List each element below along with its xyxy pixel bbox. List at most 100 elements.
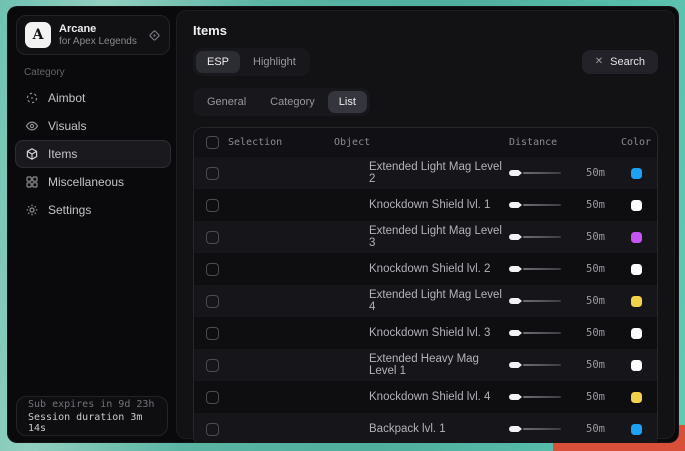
sidebar-item-visuals[interactable]: Visuals (15, 112, 171, 140)
tab-highlight[interactable]: Highlight (242, 51, 307, 73)
view-row: GeneralCategoryList (193, 88, 658, 116)
object-name: Backpack lvl. 1 (369, 423, 509, 435)
row-checkbox[interactable] (206, 327, 219, 340)
tab-general[interactable]: General (196, 91, 257, 113)
slider-track[interactable] (523, 268, 561, 270)
distance-slider[interactable] (509, 362, 561, 368)
color-swatch[interactable] (631, 200, 642, 211)
mode-tabs: ESPHighlight (193, 48, 310, 76)
sidebar-item-label: Miscellaneous (48, 175, 124, 189)
color-swatch[interactable] (631, 168, 642, 179)
x-icon: ✕ (595, 57, 603, 67)
distance-slider[interactable] (509, 170, 561, 176)
grid-icon (25, 175, 39, 189)
slider-thumb-icon[interactable] (509, 234, 522, 240)
table-row: Extended Light Mag Level 2 50m (194, 157, 657, 189)
search-button-label: Search (610, 56, 645, 68)
slider-thumb-icon[interactable] (509, 426, 522, 432)
search-button[interactable]: ✕ Search (582, 50, 658, 74)
sidebar-item-aimbot[interactable]: Aimbot (15, 84, 171, 112)
column-color: Color (615, 137, 657, 148)
row-checkbox[interactable] (206, 295, 219, 308)
table-row: Backpack lvl. 1 50m (194, 413, 657, 443)
sidebar-nav: Aimbot Visuals Items Miscellaneous Settings (8, 84, 178, 224)
distance-value: 50m (569, 199, 605, 211)
table-row: Knockdown Shield lvl. 2 50m (194, 253, 657, 285)
distance-slider[interactable] (509, 426, 561, 432)
object-name: Knockdown Shield lvl. 1 (369, 199, 509, 211)
distance-value: 50m (569, 295, 605, 307)
items-table: Selection Object Distance Color Extended… (193, 127, 658, 443)
app-name: Arcane (59, 23, 140, 36)
distance-value: 50m (569, 263, 605, 275)
row-checkbox[interactable] (206, 231, 219, 244)
select-all-checkbox[interactable] (206, 136, 219, 149)
distance-slider[interactable] (509, 394, 561, 400)
distance-slider[interactable] (509, 330, 561, 336)
distance-slider[interactable] (509, 202, 561, 208)
column-distance: Distance (509, 137, 615, 148)
slider-track[interactable] (523, 428, 561, 430)
sidebar-item-label: Items (48, 147, 77, 161)
object-name: Extended Heavy Mag Level 1 (369, 353, 509, 377)
row-checkbox[interactable] (206, 391, 219, 404)
slider-track[interactable] (523, 204, 561, 206)
color-swatch[interactable] (631, 296, 642, 307)
distance-slider[interactable] (509, 234, 561, 240)
distance-value: 50m (569, 167, 605, 179)
color-swatch[interactable] (631, 424, 642, 435)
slider-track[interactable] (523, 332, 561, 334)
tab-esp[interactable]: ESP (196, 51, 240, 73)
distance-slider[interactable] (509, 266, 561, 272)
slider-thumb-icon[interactable] (509, 266, 522, 272)
sidebar-item-settings[interactable]: Settings (15, 196, 171, 224)
slider-track[interactable] (523, 236, 561, 238)
table-row: Extended Light Mag Level 4 50m (194, 285, 657, 317)
pin-icon[interactable] (148, 29, 161, 42)
row-checkbox[interactable] (206, 199, 219, 212)
table-row: Knockdown Shield lvl. 3 50m (194, 317, 657, 349)
table-header: Selection Object Distance Color (194, 128, 657, 157)
color-swatch[interactable] (631, 232, 642, 243)
slider-thumb-icon[interactable] (509, 362, 522, 368)
mode-row: ESPHighlight ✕ Search (193, 48, 658, 76)
slider-track[interactable] (523, 300, 561, 302)
logo-texts: Arcane for Apex Legends (59, 23, 140, 48)
slider-thumb-icon[interactable] (509, 170, 522, 176)
row-checkbox[interactable] (206, 263, 219, 276)
distance-value: 50m (569, 423, 605, 435)
color-swatch[interactable] (631, 328, 642, 339)
row-checkbox[interactable] (206, 423, 219, 436)
distance-value: 50m (569, 359, 605, 371)
app-window: A Arcane for Apex Legends Category Aimbo… (7, 6, 679, 443)
app-logo: A (25, 22, 51, 48)
tab-category[interactable]: Category (259, 91, 326, 113)
slider-thumb-icon[interactable] (509, 330, 522, 336)
slider-thumb-icon[interactable] (509, 298, 522, 304)
sub-expires-text: Sub expires in 9d 23h (28, 399, 156, 410)
table-row: Extended Light Mag Level 3 50m (194, 221, 657, 253)
sidebar-item-miscellaneous[interactable]: Miscellaneous (15, 168, 171, 196)
distance-value: 50m (569, 327, 605, 339)
distance-slider[interactable] (509, 298, 561, 304)
table-row: Knockdown Shield lvl. 4 50m (194, 381, 657, 413)
category-label: Category (24, 67, 178, 78)
tab-list[interactable]: List (328, 91, 367, 113)
slider-track[interactable] (523, 396, 561, 398)
row-checkbox[interactable] (206, 167, 219, 180)
object-name: Extended Light Mag Level 4 (369, 289, 509, 313)
slider-thumb-icon[interactable] (509, 202, 522, 208)
row-checkbox[interactable] (206, 359, 219, 372)
app-subtitle: for Apex Legends (59, 36, 140, 48)
sidebar: A Arcane for Apex Legends Category Aimbo… (8, 7, 178, 442)
gear-icon (25, 203, 39, 217)
logo-card: A Arcane for Apex Legends (16, 15, 170, 55)
slider-track[interactable] (523, 364, 561, 366)
color-swatch[interactable] (631, 264, 642, 275)
color-swatch[interactable] (631, 360, 642, 371)
sidebar-item-label: Visuals (48, 119, 86, 133)
sidebar-item-items[interactable]: Items (15, 140, 171, 168)
color-swatch[interactable] (631, 392, 642, 403)
slider-track[interactable] (523, 172, 561, 174)
slider-thumb-icon[interactable] (509, 394, 522, 400)
